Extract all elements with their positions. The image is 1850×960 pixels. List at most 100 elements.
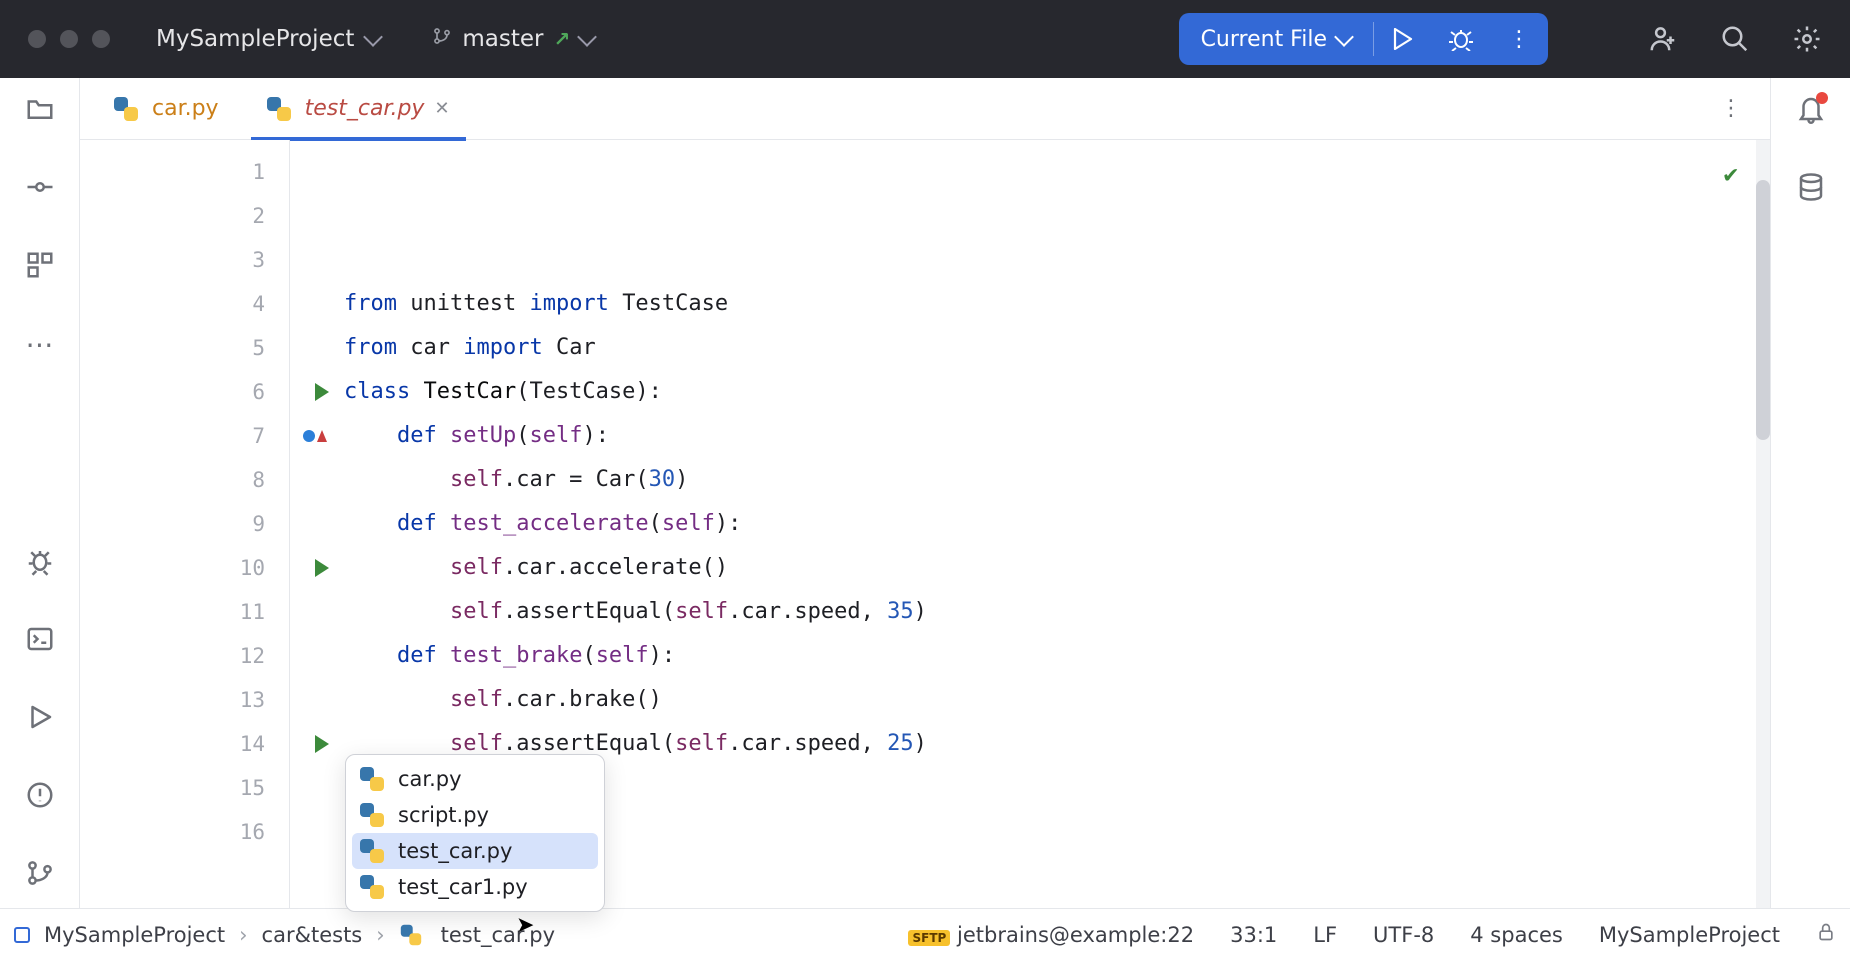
code-line[interactable]: from unittest import TestCase: [344, 282, 1756, 326]
run-config-label: Current File: [1201, 27, 1327, 52]
window-zoom-button[interactable]: [92, 30, 110, 48]
search-icon[interactable]: [1720, 24, 1750, 54]
deployment-status[interactable]: SFTP jetbrains@example:22: [908, 923, 1194, 947]
popup-item[interactable]: car.py: [346, 761, 604, 797]
structure-tool-icon[interactable]: [25, 250, 55, 280]
code-line[interactable]: self.assertEqual(self.car.speed, 35): [344, 590, 1756, 634]
debug-button[interactable]: [1432, 27, 1490, 51]
window-close-button[interactable]: [28, 30, 46, 48]
python-file-icon: [360, 767, 384, 791]
readonly-lock-icon[interactable]: [1816, 922, 1836, 947]
run-toolbar: Current File ⋮: [1179, 13, 1548, 65]
deployment-host: jetbrains@example:22: [957, 923, 1194, 947]
code-line[interactable]: def test_brake(self):: [344, 634, 1756, 678]
code-line[interactable]: def setUp(self):: [344, 414, 1756, 458]
indent-config[interactable]: 4 spaces: [1470, 923, 1563, 947]
database-tool-icon[interactable]: [1796, 172, 1826, 202]
run-more-button[interactable]: ⋮: [1490, 27, 1548, 52]
code-editor[interactable]: 12345678910111213141516 ✔ from unittest …: [80, 140, 1770, 908]
code-line[interactable]: class TestCar(TestCase):: [344, 370, 1756, 414]
gutter-line[interactable]: 14: [80, 722, 289, 766]
vcs-tool-icon[interactable]: [25, 858, 55, 888]
breadcrumb-separator-icon: ›: [239, 923, 247, 947]
commit-tool-icon[interactable]: [25, 172, 55, 202]
gutter-line[interactable]: 3: [80, 238, 289, 282]
run-tool-icon[interactable]: [25, 702, 55, 732]
line-separator[interactable]: LF: [1313, 923, 1337, 947]
gutter-line[interactable]: 8: [80, 458, 289, 502]
caret-position[interactable]: 33:1: [1230, 923, 1277, 947]
left-tool-strip: ⋯: [0, 78, 80, 908]
breadcrumb-separator-icon: ›: [376, 923, 384, 947]
gutter-line[interactable]: 10: [80, 546, 289, 590]
breadcrumb-segment[interactable]: MySampleProject: [44, 923, 225, 947]
python-file-icon: [267, 97, 291, 121]
python-file-icon: [360, 875, 384, 899]
python-file-icon: [114, 97, 138, 121]
python-file-icon: [400, 924, 420, 944]
settings-gear-icon[interactable]: [1792, 24, 1822, 54]
gutter-line[interactable]: 13: [80, 678, 289, 722]
gutter-line[interactable]: 16: [80, 810, 289, 854]
gutter-line[interactable]: 9: [80, 502, 289, 546]
titlebar: MySampleProject master ↗ Current File ⋮: [0, 0, 1850, 78]
vertical-scrollbar[interactable]: [1756, 140, 1770, 908]
gutter-line[interactable]: 5: [80, 326, 289, 370]
file-encoding[interactable]: UTF-8: [1373, 923, 1434, 947]
navigation-popup: car.py script.py test_car.py test_car1.py: [345, 754, 605, 912]
gutter-line[interactable]: 11: [80, 590, 289, 634]
breadcrumb-segment[interactable]: test_car.py: [441, 923, 555, 947]
mouse-cursor-icon: ➤: [516, 913, 534, 938]
gutter-line[interactable]: 12: [80, 634, 289, 678]
interpreter-name[interactable]: MySampleProject: [1599, 923, 1780, 947]
branch-icon: [432, 26, 452, 52]
gutter-line[interactable]: 6: [80, 370, 289, 414]
sftp-badge-icon: SFTP: [908, 930, 950, 946]
branch-name: master: [462, 26, 543, 52]
code-line[interactable]: from car import Car: [344, 326, 1756, 370]
debug-tool-icon[interactable]: [25, 546, 55, 576]
vcs-branch-picker[interactable]: master ↗: [402, 26, 624, 52]
code-line[interactable]: def test_accelerate(self):: [344, 502, 1756, 546]
project-tool-icon[interactable]: [25, 94, 55, 124]
breadcrumb-segment[interactable]: car&tests: [262, 923, 363, 947]
editor-tabs: car.py test_car.py ✕ ⋮: [80, 78, 1770, 140]
notifications-icon[interactable]: [1796, 94, 1826, 124]
code-line[interactable]: self.car.accelerate(): [344, 546, 1756, 590]
close-tab-icon[interactable]: ✕: [434, 98, 449, 119]
code-line[interactable]: self.car.brake(): [344, 678, 1756, 722]
editor-gutter[interactable]: 12345678910111213141516: [80, 140, 290, 908]
editor-tab[interactable]: car.py: [90, 78, 243, 140]
gutter-line[interactable]: 1: [80, 150, 289, 194]
gutter-line[interactable]: 15: [80, 766, 289, 810]
tab-label: test_car.py: [305, 96, 425, 121]
run-button[interactable]: [1374, 28, 1432, 50]
python-file-icon: [360, 839, 384, 863]
gutter-line[interactable]: 7: [80, 414, 289, 458]
tabs-more-button[interactable]: ⋮: [1702, 96, 1760, 121]
editor-tab[interactable]: test_car.py ✕: [243, 78, 474, 140]
popup-item-label: test_car.py: [398, 839, 512, 863]
window-minimize-button[interactable]: [60, 30, 78, 48]
code-with-me-icon[interactable]: [1648, 24, 1678, 54]
right-tool-strip: [1770, 78, 1850, 908]
gutter-line[interactable]: 4: [80, 282, 289, 326]
tool-windows-toggle-icon[interactable]: [14, 927, 30, 943]
run-config-selector[interactable]: Current File: [1179, 27, 1373, 52]
chevron-down-icon: [363, 27, 383, 47]
popup-item-label: script.py: [398, 803, 489, 827]
scrollbar-thumb[interactable]: [1756, 180, 1770, 440]
gutter-line[interactable]: 2: [80, 194, 289, 238]
inspection-ok-icon[interactable]: ✔: [1724, 152, 1738, 196]
chevron-down-icon: [1334, 27, 1354, 47]
terminal-tool-icon[interactable]: [25, 624, 55, 654]
more-tool-icon[interactable]: ⋯: [26, 328, 54, 361]
project-picker[interactable]: MySampleProject: [134, 26, 402, 52]
popup-item-label: test_car1.py: [398, 875, 528, 899]
code-line[interactable]: self.car = Car(30): [344, 458, 1756, 502]
problems-tool-icon[interactable]: [25, 780, 55, 810]
popup-item[interactable]: test_car1.py: [346, 869, 604, 905]
status-bar: MySampleProject › car&tests › test_car.p…: [0, 908, 1850, 960]
popup-item[interactable]: script.py: [346, 797, 604, 833]
popup-item[interactable]: test_car.py: [352, 833, 598, 869]
